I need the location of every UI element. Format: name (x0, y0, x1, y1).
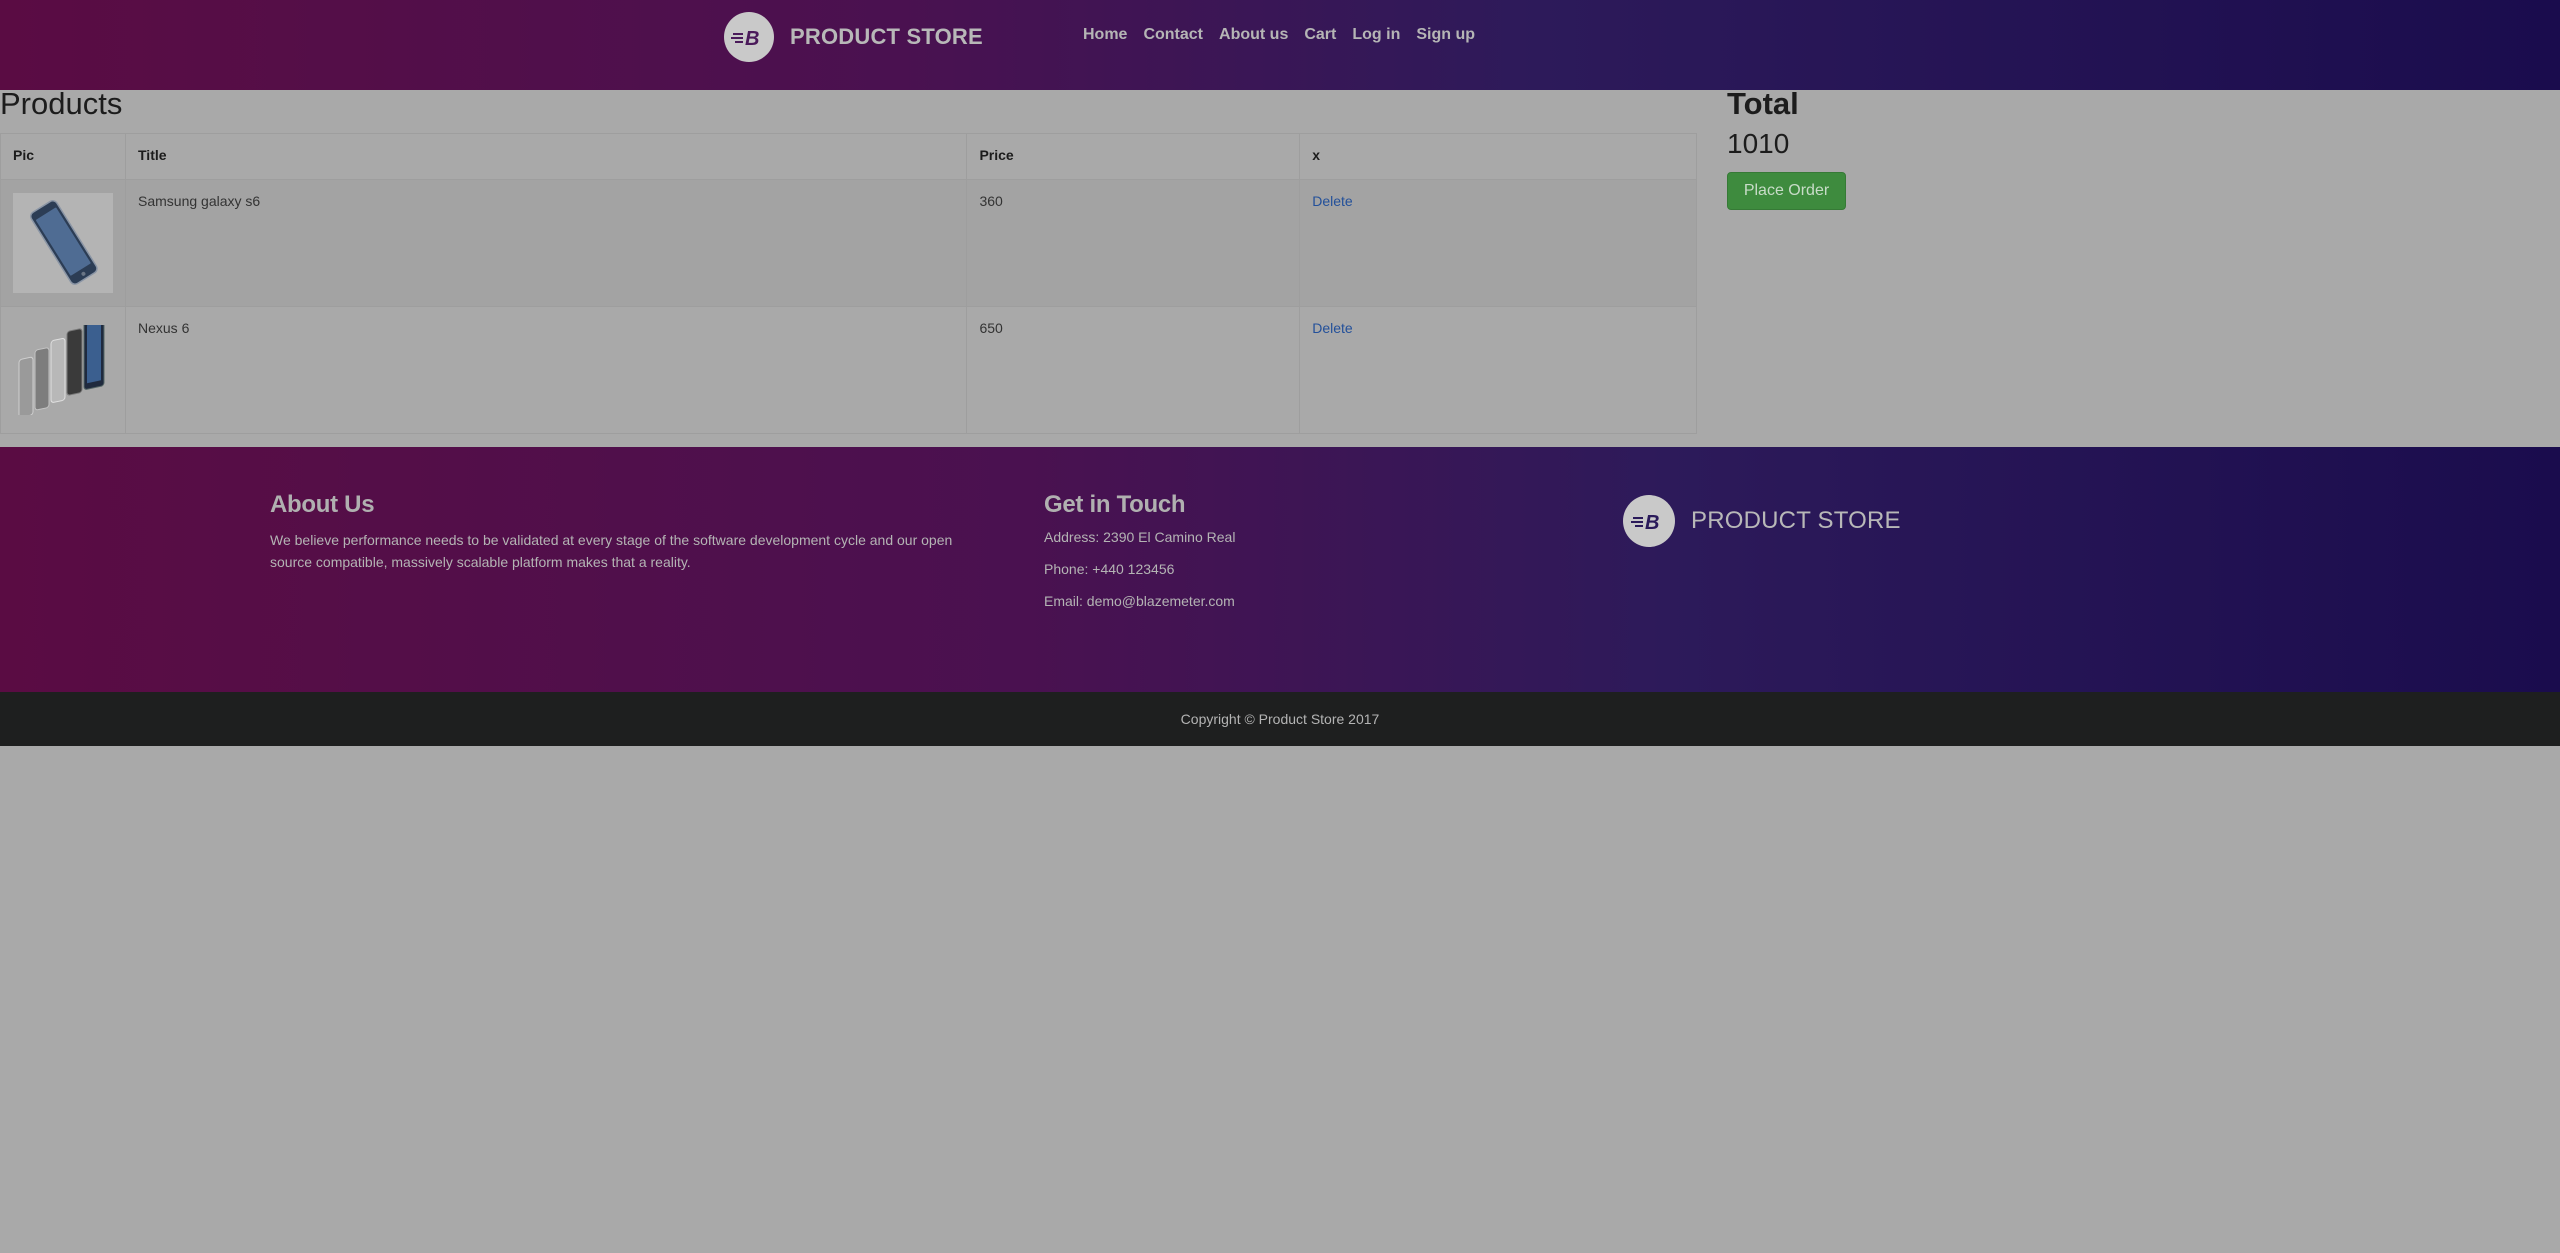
cart-table: Pic Title Price x Samsung galaxy s6 360 … (0, 133, 1697, 434)
product-pic-cell (0, 306, 126, 434)
product-title: Nexus 6 (124, 306, 968, 434)
delete-cell: Delete (1299, 179, 1697, 307)
nav-cart[interactable]: Cart (1304, 26, 1336, 44)
copyright-text: Copyright © Product Store 2017 (1180, 711, 1380, 727)
phone-text: Phone: +440 123456 (1044, 561, 1175, 577)
products-heading: Products (0, 86, 123, 121)
delete-link[interactable]: Delete (1312, 193, 1352, 209)
nav-sign-up[interactable]: Sign up (1416, 26, 1475, 44)
table-row: Samsung galaxy s6 360 Delete (0, 179, 1697, 307)
header-x: x (1299, 133, 1697, 180)
delete-link[interactable]: Delete (1312, 320, 1352, 336)
product-pic-cell (0, 179, 126, 307)
header-price: Price (966, 133, 1301, 180)
logo-icon: B (1623, 495, 1675, 547)
address-text: Address: 2390 El Camino Real (1044, 529, 1236, 545)
nav-links: Home Contact About us Cart Log in Sign u… (1083, 26, 1475, 44)
product-price: 360 (966, 179, 1301, 307)
brand-name: PRODUCT STORE (790, 24, 983, 49)
svg-text:B: B (745, 28, 759, 50)
product-price: 650 (966, 306, 1301, 434)
contact-heading: Get in Touch (1044, 491, 1186, 518)
about-text: We believe performance needs to be valid… (270, 532, 953, 570)
total-heading: Total (1727, 86, 1799, 121)
footer: About Us We believe performance needs to… (0, 447, 2560, 692)
footer-brand-name: PRODUCT STORE (1691, 507, 1901, 534)
table-row: Nexus 6 650 Delete (0, 306, 1697, 434)
total-value: 1010 (1727, 128, 1790, 159)
nav-about-us[interactable]: About us (1219, 26, 1288, 44)
email-text: Email: demo@blazemeter.com (1044, 593, 1235, 609)
nav-home[interactable]: Home (1083, 26, 1127, 44)
phone-image (13, 193, 113, 293)
phones-image (13, 320, 113, 420)
svg-text:B: B (1645, 512, 1659, 534)
delete-cell: Delete (1299, 306, 1697, 434)
header-pic: Pic (0, 133, 126, 180)
about-heading: About Us (270, 491, 375, 518)
footer-brand: B PRODUCT STORE (1623, 495, 1901, 547)
product-title: Samsung galaxy s6 (124, 179, 968, 307)
brand[interactable]: B PRODUCT STORE (724, 12, 983, 62)
place-order-button[interactable]: Place Order (1727, 172, 1846, 210)
copyright-bar: Copyright © Product Store 2017 (0, 692, 2560, 746)
contact-section: Get in Touch Address: 2390 El Camino Rea… (1044, 491, 1444, 625)
about-section: About Us We believe performance needs to… (270, 491, 990, 573)
table-header-row: Pic Title Price x (0, 133, 1697, 180)
nav-log-in[interactable]: Log in (1352, 26, 1400, 44)
nav-contact[interactable]: Contact (1143, 26, 1203, 44)
header-title: Title (124, 133, 968, 180)
logo-icon: B (724, 12, 774, 62)
navbar: B PRODUCT STORE Home Contact About us Ca… (0, 0, 2560, 90)
